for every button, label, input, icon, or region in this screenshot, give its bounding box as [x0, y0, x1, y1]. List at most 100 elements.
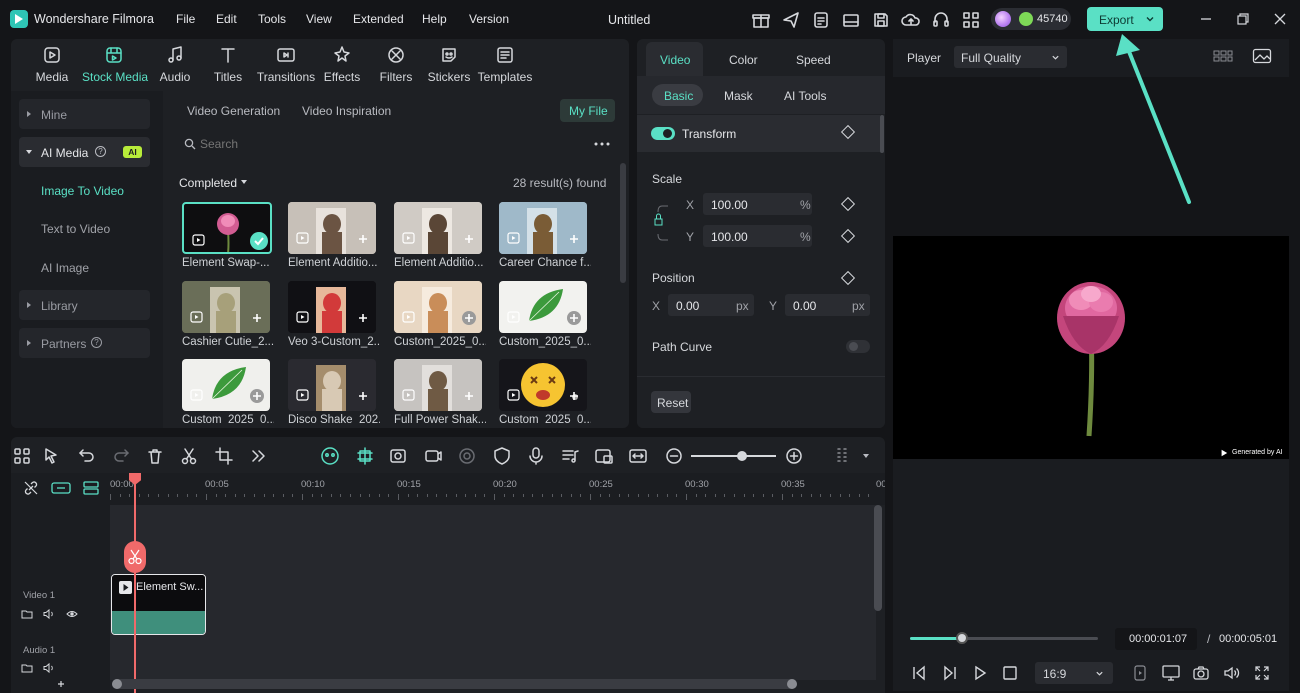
subtab-ai-tools[interactable]: AI Tools: [784, 89, 826, 103]
scale-y-input[interactable]: 100.00 %: [703, 225, 812, 247]
select-pointer-icon[interactable]: [42, 446, 62, 466]
subtab-video-inspiration[interactable]: Video Inspiration: [302, 104, 391, 118]
help-icon[interactable]: ?: [91, 337, 102, 348]
more-options-icon[interactable]: [594, 142, 610, 146]
media-thumbnail[interactable]: [499, 359, 587, 411]
subtab-basic[interactable]: Basic: [652, 84, 703, 106]
cut-icon[interactable]: [179, 446, 199, 466]
music-edit-icon[interactable]: [560, 446, 580, 466]
caret-down-icon[interactable]: [863, 454, 869, 458]
add-plus-icon[interactable]: [567, 232, 581, 246]
snapshot-icon[interactable]: [1192, 664, 1210, 682]
picture-in-picture-icon[interactable]: [594, 446, 614, 466]
chevron-down-icon[interactable]: [1145, 14, 1155, 24]
ai-assistant-icon[interactable]: [320, 446, 340, 466]
playhead-line[interactable]: [134, 480, 136, 693]
menu-item-help[interactable]: Help: [422, 12, 447, 26]
help-icon[interactable]: ?: [95, 146, 106, 157]
add-track-icon[interactable]: [56, 679, 66, 689]
transform-toggle[interactable]: [651, 127, 675, 140]
media-thumbnail[interactable]: [288, 359, 376, 411]
lock-ratio-icon[interactable]: [654, 204, 670, 244]
add-plus-icon[interactable]: [462, 389, 476, 403]
my-file-button[interactable]: My File: [560, 99, 615, 122]
step-forward-icon[interactable]: [941, 664, 959, 682]
sidebar-item-mine[interactable]: Mine: [19, 99, 150, 129]
add-plus-icon[interactable]: [356, 389, 370, 403]
add-plus-icon[interactable]: [567, 311, 581, 325]
cloud-upload-icon[interactable]: [901, 10, 921, 30]
search-input[interactable]: [200, 135, 500, 153]
tab-color[interactable]: Color: [729, 53, 758, 67]
progress-handle[interactable]: [955, 632, 968, 644]
tab-stickers[interactable]: Stickers: [417, 44, 481, 88]
more-tools-icon[interactable]: [248, 446, 268, 466]
track-layers-icon[interactable]: [82, 480, 100, 496]
delete-icon[interactable]: [145, 446, 165, 466]
redo-icon[interactable]: [111, 446, 131, 466]
layout-icon[interactable]: [841, 10, 861, 30]
filter-dropdown[interactable]: Completed: [179, 176, 237, 190]
layout-grid-icon[interactable]: [12, 446, 32, 466]
video-clip[interactable]: Element Sw...: [111, 574, 206, 635]
media-thumbnail[interactable]: [394, 359, 482, 411]
mark-icon[interactable]: [1133, 664, 1147, 682]
grid-view-icon[interactable]: [1213, 49, 1233, 63]
caret-down-icon[interactable]: [241, 180, 247, 184]
sidebar-item-ai-media[interactable]: AI Media ? AI: [19, 137, 150, 167]
volume-icon[interactable]: [43, 662, 55, 674]
add-plus-icon[interactable]: [250, 311, 264, 325]
menu-item-extended[interactable]: Extended: [353, 12, 404, 26]
document-icon[interactable]: [811, 10, 831, 30]
media-thumbnail[interactable]: [182, 202, 272, 254]
props-scrollbar[interactable]: [880, 115, 884, 153]
crop-icon[interactable]: [214, 446, 234, 466]
track-layout-icon[interactable]: [832, 446, 852, 466]
snap-icon[interactable]: [355, 446, 375, 466]
apps-grid-icon[interactable]: [961, 10, 981, 30]
zoom-slider[interactable]: [691, 451, 776, 461]
tab-media[interactable]: Media: [20, 44, 84, 88]
current-time[interactable]: 00:00:01:07: [1115, 628, 1197, 650]
hscroll-left-knob[interactable]: [112, 679, 122, 689]
stop-icon[interactable]: [1002, 665, 1018, 681]
add-plus-icon[interactable]: [250, 389, 264, 403]
monitor-icon[interactable]: [1161, 664, 1181, 682]
gift-icon[interactable]: [751, 10, 771, 30]
play-icon[interactable]: [971, 664, 989, 682]
sidebar-item-image-to-video[interactable]: Image To Video: [41, 184, 124, 198]
menu-item-file[interactable]: File: [176, 12, 195, 26]
media-thumbnail[interactable]: [288, 202, 376, 254]
zoom-handle[interactable]: [737, 451, 747, 461]
split-scissors-icon[interactable]: [124, 541, 146, 573]
auto-reframe-icon[interactable]: [423, 446, 443, 466]
shield-icon[interactable]: [492, 446, 512, 466]
tab-stock-media[interactable]: Stock Media: [82, 44, 148, 88]
media-scrollbar[interactable]: [620, 163, 626, 283]
volume-icon[interactable]: [1222, 664, 1240, 682]
scale-x-input[interactable]: 100.00 %: [703, 193, 812, 215]
maximize-icon[interactable]: [1236, 12, 1250, 26]
minimize-icon[interactable]: [1199, 12, 1213, 26]
menu-item-version[interactable]: Version: [469, 12, 509, 26]
reset-button[interactable]: Reset: [651, 391, 691, 413]
sidebar-item-text-to-video[interactable]: Text to Video: [41, 222, 110, 236]
fit-width-icon[interactable]: [628, 446, 648, 466]
media-thumbnail[interactable]: [182, 359, 270, 411]
tab-speed[interactable]: Speed: [796, 53, 831, 67]
menu-item-edit[interactable]: Edit: [216, 12, 237, 26]
menu-item-tools[interactable]: Tools: [258, 12, 286, 26]
auto-highlight-icon[interactable]: [388, 446, 408, 466]
media-thumbnail[interactable]: [394, 281, 482, 333]
add-plus-icon[interactable]: [462, 232, 476, 246]
media-thumbnail[interactable]: [394, 202, 482, 254]
sidebar-item-library[interactable]: Library: [19, 290, 150, 320]
eye-icon[interactable]: [66, 609, 78, 619]
send-icon[interactable]: [781, 10, 801, 30]
record-target-icon[interactable]: [457, 446, 477, 466]
add-plus-icon[interactable]: [356, 232, 370, 246]
image-icon[interactable]: [1252, 48, 1272, 64]
quality-dropdown[interactable]: Full Quality: [954, 46, 1067, 68]
media-thumbnail[interactable]: [499, 202, 587, 254]
add-plus-icon[interactable]: [356, 311, 370, 325]
